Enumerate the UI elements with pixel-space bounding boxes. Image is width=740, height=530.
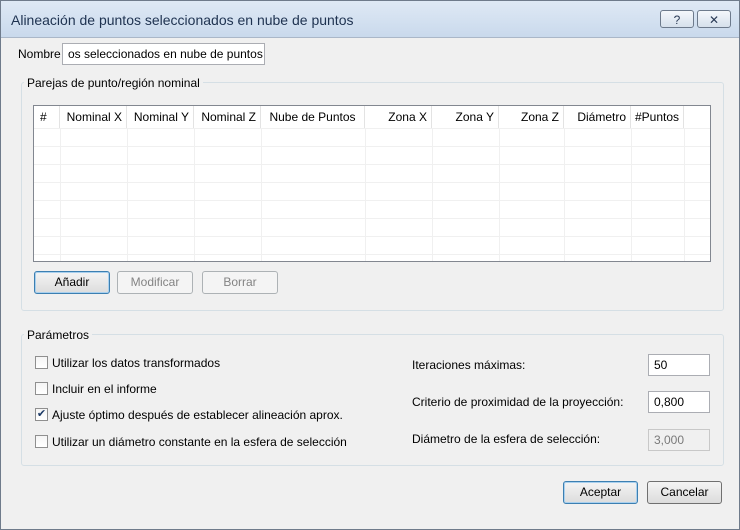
col-header-index[interactable]: # <box>34 106 60 128</box>
sphere-diameter-input[interactable] <box>648 429 710 451</box>
grid-line <box>564 128 565 261</box>
proximity-criterion-input[interactable] <box>648 391 710 413</box>
grid-line <box>34 146 710 147</box>
grid-line <box>261 128 262 261</box>
modify-button[interactable]: Modificar <box>117 271 193 294</box>
grid-line <box>631 128 632 261</box>
grid-line <box>34 236 710 237</box>
checkbox-use-transformed-label[interactable]: Utilizar los datos transformados <box>52 356 220 370</box>
grid-line <box>34 200 710 201</box>
col-header-nominal-x[interactable]: Nominal X <box>60 106 127 128</box>
col-header-nominal-z[interactable]: Nominal Z <box>194 106 261 128</box>
help-button[interactable]: ? <box>660 10 694 28</box>
close-icon: ✕ <box>708 13 720 27</box>
grid-line <box>432 128 433 261</box>
checkbox-best-fit[interactable]: ✔ <box>35 408 48 421</box>
grid-line <box>499 128 500 261</box>
accept-button[interactable]: Aceptar <box>563 481 638 504</box>
nombre-label: Nombre <box>18 47 61 61</box>
col-header-nube[interactable]: Nube de Puntos <box>261 106 365 128</box>
checkmark-icon: ✔ <box>36 408 47 420</box>
checkbox-include-report[interactable] <box>35 382 48 395</box>
grid-line <box>127 128 128 261</box>
col-header-nominal-y[interactable]: Nominal Y <box>127 106 194 128</box>
table-header: # Nominal X Nominal Y Nominal Z Nube de … <box>34 106 710 128</box>
checkbox-constant-diameter-label[interactable]: Utilizar un diámetro constante en la esf… <box>52 435 347 449</box>
col-header-zona-x[interactable]: Zona X <box>365 106 432 128</box>
grid-line <box>194 128 195 261</box>
col-header-npuntos[interactable]: #Puntos <box>631 106 684 128</box>
col-header-zona-y[interactable]: Zona Y <box>432 106 499 128</box>
grid-line <box>34 128 710 129</box>
col-header-diametro[interactable]: Diámetro <box>564 106 631 128</box>
nombre-input[interactable] <box>62 43 265 65</box>
checkbox-best-fit-label[interactable]: Ajuste óptimo después de establecer alin… <box>52 408 343 422</box>
grid-line <box>34 218 710 219</box>
grid-line <box>34 254 710 255</box>
grid-line <box>34 182 710 183</box>
grid-line <box>34 164 710 165</box>
proximity-criterion-label: Criterio de proximidad de la proyección: <box>412 395 624 409</box>
cancel-button[interactable]: Cancelar <box>647 481 722 504</box>
pairs-table[interactable]: # Nominal X Nominal Y Nominal Z Nube de … <box>33 105 711 262</box>
delete-button[interactable]: Borrar <box>202 271 278 294</box>
pairs-group-title: Parejas de punto/región nominal <box>24 76 203 90</box>
col-header-zona-z[interactable]: Zona Z <box>499 106 564 128</box>
grid-line <box>684 128 685 261</box>
dialog-window: Alineación de puntos seleccionados en nu… <box>0 0 740 530</box>
grid-line <box>365 128 366 261</box>
max-iterations-input[interactable] <box>648 354 710 376</box>
max-iterations-label: Iteraciones máximas: <box>412 358 526 372</box>
title-bar: Alineación de puntos seleccionados en nu… <box>1 1 739 38</box>
sphere-diameter-label: Diámetro de la esfera de selección: <box>412 432 601 446</box>
checkbox-constant-diameter[interactable] <box>35 435 48 448</box>
grid-line <box>60 128 61 261</box>
dialog-title: Alineación de puntos seleccionados en nu… <box>11 12 354 28</box>
checkbox-include-report-label[interactable]: Incluir en el informe <box>52 382 157 396</box>
params-group-title: Parámetros <box>24 328 93 342</box>
add-button[interactable]: Añadir <box>34 271 110 294</box>
checkbox-use-transformed[interactable] <box>35 356 48 369</box>
close-button[interactable]: ✕ <box>697 10 731 28</box>
